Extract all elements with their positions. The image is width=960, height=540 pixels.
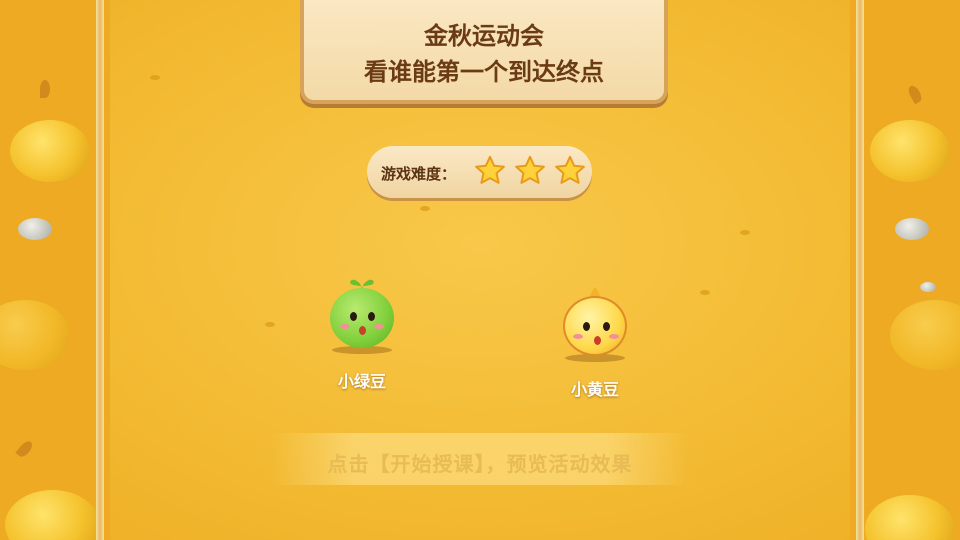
golden-bush-decoration — [870, 120, 950, 182]
cheek — [609, 334, 619, 339]
difficulty-panel: 游戏难度： — [367, 146, 592, 198]
eye — [350, 312, 357, 321]
leaf-speck — [420, 206, 430, 211]
leaf-decoration — [15, 438, 35, 460]
rock-decoration — [920, 282, 936, 292]
leaf-speck — [740, 230, 750, 235]
character-green-bean[interactable]: 小绿豆 — [330, 279, 394, 391]
cheek — [573, 334, 583, 339]
character-yellow-bean[interactable]: 小黄豆 — [563, 287, 627, 399]
left-autumn-border — [0, 0, 110, 540]
star-icon — [555, 155, 586, 184]
right-border-post — [856, 0, 864, 540]
mouth — [594, 336, 601, 345]
golden-bush-decoration — [0, 300, 70, 370]
hint-banner: 点击【开始授课】，预览活动效果 — [270, 433, 690, 485]
leaf-speck — [700, 290, 710, 295]
cheek — [340, 324, 350, 329]
rock-decoration — [895, 218, 929, 240]
game-stage: 金秋运动会 看谁能第一个到达终点 游戏难度： 小绿豆 小黄豆 点击【开始授课】，… — [0, 0, 960, 540]
eye — [368, 312, 375, 321]
character-name-yellow: 小黄豆 — [570, 380, 619, 399]
rock-decoration — [18, 218, 52, 240]
cheek — [374, 324, 384, 329]
leaf-decoration — [40, 80, 50, 98]
yellow-bean-body — [563, 296, 627, 356]
green-bean-body — [330, 288, 394, 348]
leaf-speck — [150, 75, 160, 80]
star-icon — [515, 155, 545, 184]
difficulty-stars — [473, 154, 588, 192]
character-name-green: 小绿豆 — [337, 372, 386, 391]
mouth — [359, 326, 366, 335]
golden-bush-decoration — [10, 120, 90, 182]
leaf-speck — [265, 322, 275, 327]
title-sign: 金秋运动会 看谁能第一个到达终点 — [300, 0, 668, 104]
title-line-1: 金秋运动会 — [424, 22, 544, 50]
eye — [603, 322, 610, 331]
eye — [583, 322, 590, 331]
golden-bush-decoration — [890, 300, 960, 370]
title-line-2: 看谁能第一个到达终点 — [364, 58, 604, 86]
leaf-decoration — [906, 83, 924, 105]
difficulty-label: 游戏难度： — [381, 165, 457, 183]
golden-bush-decoration — [5, 490, 100, 540]
golden-bush-decoration — [865, 495, 955, 540]
right-autumn-border — [850, 0, 960, 540]
preview-hint-text: 点击【开始授课】，预览活动效果 — [327, 452, 633, 476]
star-icon — [475, 155, 505, 184]
left-border-post — [96, 0, 104, 540]
